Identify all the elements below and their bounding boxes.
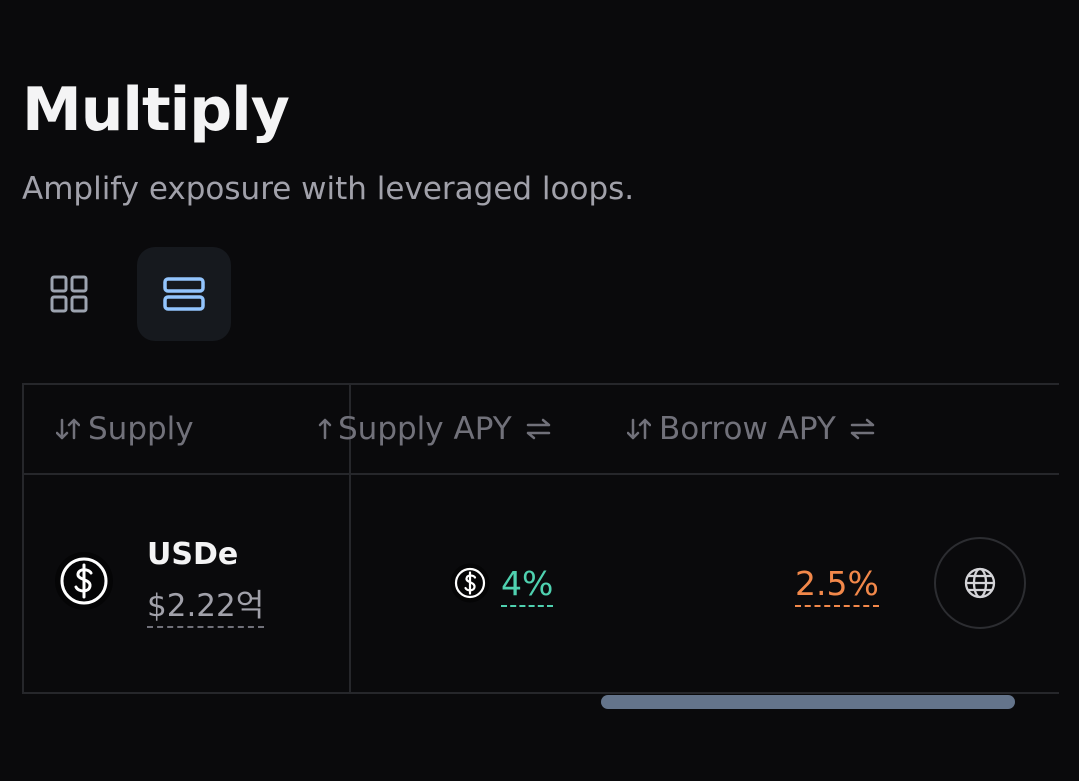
globe-button[interactable] <box>934 537 1026 629</box>
multiply-page: Multiply Amplify exposure with leveraged… <box>0 0 1079 781</box>
sort-icon <box>627 418 651 440</box>
column-header-supply[interactable]: Supply <box>56 409 194 449</box>
column-header-borrow-apy-label: Borrow APY <box>659 411 836 447</box>
sort-icon <box>56 418 80 440</box>
table-left-border <box>22 383 24 694</box>
dollar-coin-icon <box>450 563 490 603</box>
list-view-button[interactable] <box>137 247 231 341</box>
page-title: Multiply <box>22 75 290 145</box>
column-header-supply-apy[interactable]: Supply APY <box>318 409 552 449</box>
table-top-border <box>22 383 1059 385</box>
swap-icon <box>526 418 550 440</box>
page-subtitle: Amplify exposure with leveraged loops. <box>22 171 635 207</box>
table-bottom-border <box>22 692 1059 694</box>
grid-view-icon <box>50 275 88 313</box>
horizontal-scrollbar[interactable] <box>601 695 1015 709</box>
column-header-supply-label: Supply <box>88 411 194 447</box>
sort-icon <box>318 418 332 440</box>
asset-supply-value[interactable]: $2.22억 <box>147 586 265 628</box>
markets-table: Supply Supply APY Borrow APY USDe $2.22억… <box>22 383 1059 694</box>
column-header-borrow-apy[interactable]: Borrow APY <box>627 409 876 449</box>
dollar-coin-icon <box>55 552 113 610</box>
asset-name: USDe <box>147 537 239 572</box>
borrow-apy-value[interactable]: 2.5% <box>795 563 879 607</box>
grid-view-button[interactable] <box>22 247 116 341</box>
swap-icon <box>850 418 875 440</box>
header-divider <box>22 473 1059 475</box>
globe-icon <box>964 567 996 599</box>
list-view-icon <box>163 277 205 311</box>
column-header-supply-apy-label: Supply APY <box>338 411 512 447</box>
supply-apy-value[interactable]: 4% <box>501 563 554 607</box>
